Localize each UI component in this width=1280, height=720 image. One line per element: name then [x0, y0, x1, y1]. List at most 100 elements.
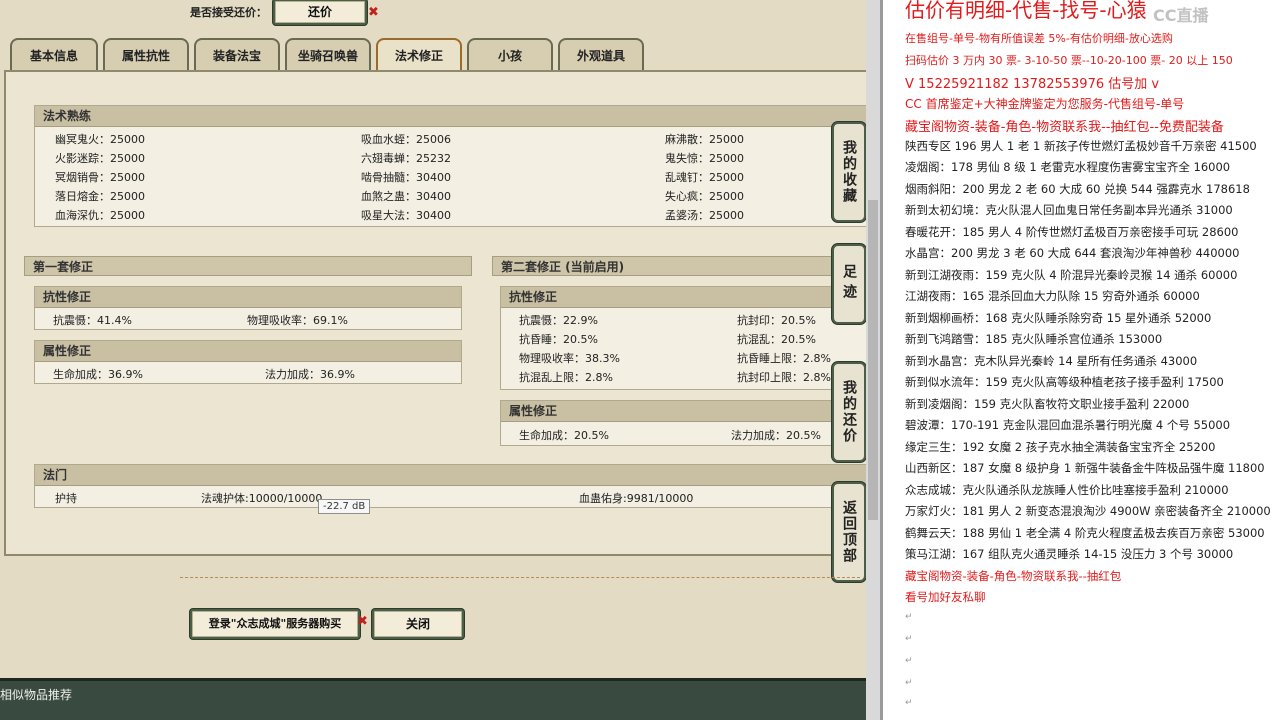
doc-line: 扫码估价 3 万内 30 票- 3-10-50 票--10-20-100 票- …: [905, 53, 1233, 67]
spell-cell: 失心疯：25000: [665, 190, 744, 203]
doc-line: 新到飞鸿踏雪：185 克火队睡杀宫位通杀 153000: [905, 332, 1163, 346]
login-buy-button[interactable]: 登录"众志成城"服务器购买: [190, 609, 360, 639]
paragraph-mark: ↵: [905, 698, 913, 708]
fameng-cell: 法魂护体:10000/10000: [201, 492, 323, 505]
fameng-cell: 血蛊佑身:9981/10000: [579, 492, 694, 505]
bottom-bar-strip: [0, 678, 866, 681]
doc-line: 藏宝阁物资-装备-角色-物资联系我--抽红包: [905, 568, 1122, 583]
spell-cell: 麻沸散：25000: [665, 133, 744, 146]
set2-resist-section: 抗性修正 抗震慑：22.9% 抗封印：20.5% 抗昏睡：20.5% 抗混乱：2…: [500, 286, 866, 390]
set2-title: 第二套修正 (当前启用): [492, 256, 866, 276]
tab-label: 装备法宝: [212, 48, 261, 63]
tab-equipment[interactable]: 装备法宝: [194, 38, 280, 70]
stat-cell: 抗封印：20.5%: [737, 314, 816, 327]
side-tab-label: 我的收藏: [841, 140, 857, 204]
doc-line: 新到江湖夜雨：159 克火队 4 阶混异光秦岭灵猴 14 通杀 60000: [905, 267, 1238, 282]
tab-attr-resist[interactable]: 属性抗性: [103, 38, 189, 70]
tab-label: 外观道具: [576, 48, 625, 63]
spell-cell: 落日熔金：25000: [55, 190, 145, 203]
stat-cell: 抗混乱上限：2.8%: [519, 371, 613, 384]
doc-line: 新到烟柳画桥：168 克火队睡杀除穷奇 15 星外通杀 52000: [905, 310, 1212, 325]
spell-cell: 血煞之蛊：30400: [361, 190, 451, 203]
stat-cell: 抗震慑：22.9%: [519, 314, 598, 327]
doc-title: 估价有明细-代售-找号-心猿: [905, 0, 1147, 22]
doc-line: 新到凌烟阁：159 克火队畜牧符文职业接手盈利 22000: [905, 396, 1190, 411]
doc-line: 碧波潭：170-191 克金队混回血混杀暑行明光魔 4 个号 55000: [905, 418, 1231, 432]
document-pane: 估价有明细-代售-找号-心猿 CC直播 在售组号-单号-物有所值误差 5%-有估…: [883, 0, 1280, 720]
section-title: 法术熟练: [35, 106, 866, 127]
tab-mount-pet[interactable]: 坐骑召唤兽: [285, 38, 371, 70]
paragraph-mark: ↵: [905, 678, 913, 688]
side-tab-label: 足迹: [841, 264, 857, 304]
tab-appearance[interactable]: 外观道具: [558, 38, 644, 70]
doc-line: 春暖花开：185 男人 4 阶传世燃灯孟极百万亲密接手可玩 28600: [905, 224, 1239, 239]
accept-offer-label: 是否接受还价：: [190, 6, 267, 19]
section-title: 属性修正: [501, 401, 866, 422]
tab-label: 小孩: [497, 48, 522, 63]
tab-label: 属性抗性: [121, 48, 170, 63]
spell-proficiency-section: 法术熟练 幽冥鬼火：25000 吸血水蛭：25006 麻沸散：25000 火影迷…: [34, 105, 866, 227]
paragraph-mark: ↵: [905, 656, 913, 666]
fameng-section: 法门 护持 法魂护体:10000/10000 血蛊佑身:9981/10000: [34, 464, 866, 508]
spell-cell: 吸星大法：30400: [361, 209, 451, 222]
doc-line: 水晶宫：200 男龙 3 老 60 大成 644 套浪淘沙年神兽秒 440000: [905, 246, 1240, 260]
paragraph-mark: ↵: [905, 634, 913, 644]
spell-cell: 火影迷踪：25000: [55, 152, 145, 165]
stat-cell: 生命加成：36.9%: [53, 368, 143, 381]
doc-line: 凌烟阁：178 男仙 8 级 1 老雷克水程度伤害雾宝宝齐全 16000: [905, 160, 1231, 174]
footprint-tab[interactable]: 足迹: [832, 244, 866, 324]
spell-cell: 吸血水蛭：25006: [361, 133, 451, 146]
counter-offer-button[interactable]: 还价: [273, 0, 367, 25]
close-label: 关闭: [405, 617, 430, 631]
paragraph-mark: ↵: [905, 612, 913, 622]
spell-cell: 冥烟销骨：25000: [55, 171, 145, 184]
volume-tooltip: -22.7 dB: [318, 499, 371, 514]
stat-cell: 法力加成：36.9%: [265, 368, 355, 381]
doc-line: 新到太初幻境：克火队混人回血鬼日常任务副本异光通杀 31000: [905, 203, 1233, 217]
similar-items-label[interactable]: 相似物品推荐: [0, 686, 72, 703]
doc-line: CC 首席鉴定+大神金牌鉴定为您服务-代售组号-单号: [905, 96, 1185, 111]
doc-line: 策马江湖：167 组队克火通灵睡杀 14-15 没压力 3 个号 30000: [905, 547, 1234, 561]
section-title: 法门: [35, 465, 866, 486]
doc-line: 烟雨斜阳：200 男龙 2 老 60 大成 60 兑换 544 强霹克水 178…: [905, 181, 1250, 196]
game-scrollbar-thumb[interactable]: [868, 200, 878, 520]
fameng-cell: 护持: [55, 492, 77, 505]
doc-line: 新到水晶宫：克木队异光秦岭 14 星所有任务通杀 43000: [905, 353, 1198, 368]
offer-row: 是否接受还价： 还价 ✖: [190, 0, 379, 25]
login-close-x-icon[interactable]: ✖: [357, 614, 368, 629]
side-tab-label: 我的还价: [841, 380, 857, 444]
close-button[interactable]: 关闭: [372, 609, 464, 639]
spell-cell: 血海深仇：25000: [55, 209, 145, 222]
tab-label: 坐骑召唤兽: [297, 48, 358, 63]
stat-cell: 物理吸收率：69.1%: [247, 314, 348, 327]
my-favorites-tab[interactable]: 我的收藏: [832, 122, 866, 222]
dotted-divider: [180, 577, 860, 578]
close-x-icon[interactable]: ✖: [368, 5, 379, 20]
my-offers-tab[interactable]: 我的还价: [832, 362, 866, 462]
doc-line: 陕西专区 196 男人 1 老 1 新孩子传世燃灯孟极妙音千万亲密 41500: [905, 138, 1257, 153]
spell-cell: 六翅毒蝉：25232: [361, 152, 451, 165]
stat-cell: 法力加成：20.5%: [731, 429, 821, 442]
counter-offer-label: 还价: [307, 5, 332, 19]
spell-cell: 鬼失惊：25000: [665, 152, 744, 165]
tab-child[interactable]: 小孩: [467, 38, 553, 70]
doc-line: 江湖夜雨：165 混杀回血大力队除 15 穷奇外通杀 60000: [905, 289, 1200, 303]
spell-cell: 幽冥鬼火：25000: [55, 133, 145, 146]
set2-attr-section: 属性修正 生命加成：20.5% 法力加成：20.5%: [500, 400, 866, 446]
spell-cell: 孟婆汤：25000: [665, 209, 744, 222]
tab-spell-correction[interactable]: 法术修正: [376, 38, 462, 70]
set1-resist-section: 抗性修正 抗震慑：41.4% 物理吸收率：69.1%: [34, 286, 462, 330]
watermark: CC直播: [1153, 6, 1209, 25]
tab-bar: 基本信息 属性抗性 装备法宝 坐骑召唤兽 法术修正 小孩 外观道具: [10, 38, 649, 70]
bottom-bar: 相似物品推荐: [0, 678, 866, 720]
set1-title: 第一套修正: [24, 256, 472, 276]
doc-line: V 15225921182 13782553976 估号加 v: [905, 77, 1160, 92]
doc-line: 新到似水流年：159 克火队高等级种植老孩子接手盈利 17500: [905, 375, 1224, 389]
doc-line: 看号加好友私聊: [905, 590, 986, 604]
doc-line: 鹤舞云天：188 男仙 1 老全满 4 阶克火程度孟极去疾百万亲密 53000: [905, 525, 1265, 540]
doc-line: 藏宝阁物资-装备-角色-物资联系我--抽红包--免费配装备: [905, 120, 1224, 135]
section-title: 属性修正: [35, 341, 461, 362]
back-to-top-tab[interactable]: 返回顶部: [832, 482, 866, 582]
set1-attr-section: 属性修正 生命加成：36.9% 法力加成：36.9%: [34, 340, 462, 384]
tab-basic-info[interactable]: 基本信息: [10, 38, 98, 70]
